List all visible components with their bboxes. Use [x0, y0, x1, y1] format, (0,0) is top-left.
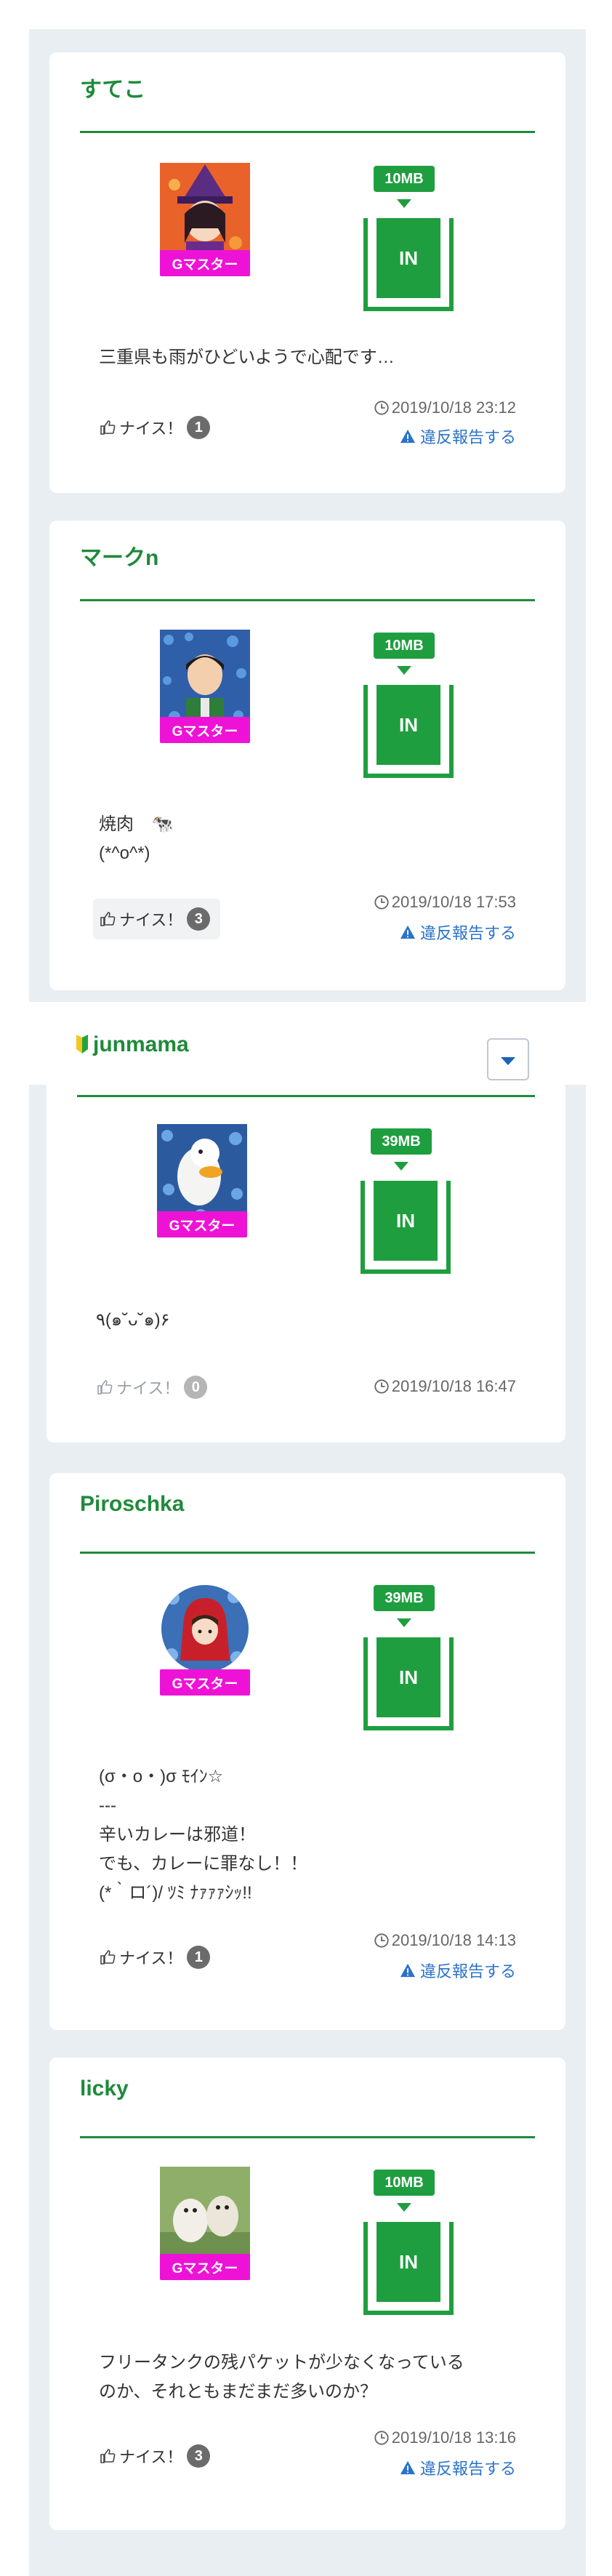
post-card: マークn Gマスター 10MB IN 焼肉 🐄 (*^o^*) ナイス！ 3 2…	[49, 521, 565, 990]
post-comment: 焼肉 🐄 (*^o^*)	[99, 814, 173, 863]
avatar[interactable]: Gマスター	[160, 630, 250, 746]
tank-graphic: IN	[361, 1181, 451, 1274]
post-comment: 三重県も雨がひどいようで心配です…	[99, 348, 395, 367]
report-link[interactable]: 違反報告する	[400, 425, 516, 448]
nice-button[interactable]: ナイス！ 0	[96, 1367, 217, 1408]
usage-arrow-icon	[397, 666, 411, 675]
avatar[interactable]: Gマスター	[160, 2167, 250, 2283]
post-card: Piroschka Gマスター 39MB IN (σ・o・)σ ﾓｲﾝ☆ ---…	[49, 1473, 565, 2030]
post-card: licky Gマスター 10MB IN フリータンクの残パケットが少なくなってい…	[49, 2058, 565, 2530]
report-link[interactable]: 違反報告する	[400, 2456, 516, 2479]
post-comment: (σ・o・)σ ﾓｲﾝ☆ --- 辛いカレーは邪道！ でも、カレーに罪なし！！ …	[99, 1767, 308, 1903]
post-comment: ٩(๑˘ᴗ˘๑)۶	[96, 1310, 170, 1330]
nice-label: ナイス！	[119, 420, 183, 438]
nice-count: 0	[184, 1376, 208, 1399]
thumbs-up-icon	[100, 912, 116, 926]
rank-badge: Gマスター	[160, 250, 250, 276]
clock-icon	[374, 1379, 389, 1394]
usage-arrow-icon	[397, 199, 411, 208]
post-author[interactable]: すてこ	[80, 71, 145, 103]
avatar[interactable]: Gマスター	[157, 1124, 247, 1240]
post-card: junmama Gマスター 39MB IN ٩(๑˘ᴗ˘๑)۶ ナイス！ 0 2…	[47, 1014, 565, 1443]
clock-icon	[374, 1933, 389, 1948]
title-divider	[80, 1552, 535, 1554]
thumbs-up-icon	[97, 1380, 113, 1395]
avatar-image	[161, 1585, 249, 1672]
clock-icon	[374, 895, 389, 910]
post-comment: フリータンクの残パケットが少なくなっている のか、それともまだまだ多いのか？	[99, 2353, 464, 2402]
report-link[interactable]: 違反報告する	[400, 920, 516, 944]
rank-badge: Gマスター	[160, 1669, 250, 1696]
post-timestamp: 2019/10/18 16:47	[374, 1377, 516, 1396]
nice-button[interactable]: ナイス！ 1	[99, 1937, 220, 1978]
usage-arrow-icon	[397, 1618, 411, 1627]
thumbs-up-icon	[100, 1950, 116, 1965]
warning-icon	[400, 1963, 416, 1978]
usage-arrow-icon	[397, 2203, 411, 2212]
nice-count: 1	[187, 1946, 211, 1969]
tank-graphic: IN	[363, 2222, 454, 2315]
post-timestamp: 2019/10/18 14:13	[374, 1931, 516, 1950]
thumbs-up-icon	[100, 2449, 116, 2463]
in-label: IN	[377, 2222, 440, 2302]
post-author[interactable]: junmama	[76, 1032, 189, 1057]
post-timestamp: 2019/10/18 23:12	[374, 398, 516, 417]
chevron-down-icon	[501, 1056, 515, 1065]
in-label: IN	[377, 218, 440, 298]
tank-graphic: IN	[363, 1637, 454, 1730]
warning-icon	[400, 925, 416, 939]
post-timestamp: 2019/10/18 17:53	[374, 893, 516, 912]
nice-count: 3	[187, 907, 211, 931]
avatar-image	[157, 1124, 247, 1223]
clock-icon	[374, 401, 389, 415]
thumbs-up-icon	[100, 420, 116, 435]
nice-button[interactable]: ナイス！ 1	[99, 407, 220, 448]
post-author[interactable]: マークn	[80, 539, 158, 571]
warning-icon	[400, 429, 416, 444]
tank-graphic: IN	[363, 218, 454, 311]
post-author[interactable]: Piroschka	[80, 1492, 184, 1517]
title-divider	[77, 1095, 535, 1097]
in-label: IN	[377, 685, 440, 765]
usage-arrow-icon	[394, 1162, 408, 1171]
avatar-image	[160, 163, 250, 262]
usage-label: 10MB	[374, 2170, 435, 2196]
rank-badge: Gマスター	[160, 717, 250, 743]
nice-label: ナイス！	[116, 1379, 180, 1397]
in-label: IN	[377, 1637, 440, 1717]
nice-count: 1	[187, 416, 211, 439]
avatar[interactable]: Gマスター	[160, 1582, 250, 1698]
tank-graphic: IN	[363, 685, 454, 778]
nice-label: ナイス！	[119, 1949, 183, 1967]
nice-button[interactable]: ナイス！ 3	[93, 899, 221, 939]
nice-count: 3	[187, 2444, 211, 2468]
title-divider	[80, 599, 535, 601]
avatar-image	[160, 2167, 250, 2266]
avatar[interactable]: Gマスター	[160, 163, 250, 279]
post-options-dropdown[interactable]	[487, 1038, 529, 1080]
usage-label: 10MB	[374, 633, 435, 659]
report-link[interactable]: 違反報告する	[400, 1959, 516, 1982]
nice-label: ナイス！	[119, 911, 183, 929]
usage-label: 39MB	[374, 1585, 435, 1611]
post-card: すてこ Gマスター 10MB IN 三重県も雨がひどいようで心配です… ナイス！…	[49, 52, 565, 493]
title-divider	[80, 131, 535, 133]
in-label: IN	[374, 1181, 438, 1261]
title-divider	[80, 2136, 535, 2138]
clock-icon	[374, 2431, 389, 2445]
post-author[interactable]: licky	[80, 2077, 129, 2101]
post-timestamp: 2019/10/18 13:16	[374, 2428, 516, 2447]
warning-icon	[400, 2460, 416, 2475]
usage-label: 10MB	[374, 166, 435, 192]
avatar-image	[160, 630, 250, 729]
nice-label: ナイス！	[119, 2448, 183, 2466]
rank-badge: Gマスター	[160, 2254, 250, 2280]
rank-badge: Gマスター	[157, 1211, 247, 1237]
nice-button[interactable]: ナイス！ 3	[99, 2436, 220, 2476]
usage-label: 39MB	[371, 1128, 432, 1155]
beginner-mark-icon	[76, 1035, 88, 1054]
